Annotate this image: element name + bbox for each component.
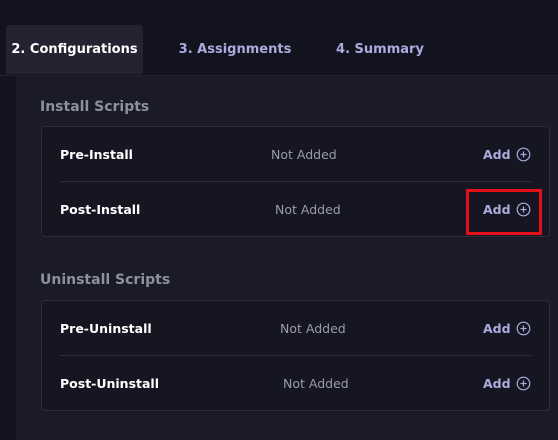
plus-circle-icon — [516, 147, 531, 162]
tab-summary[interactable]: 4. Summary — [320, 25, 440, 74]
script-status: Not Added — [280, 321, 346, 336]
script-status: Not Added — [283, 376, 349, 391]
tab-assignments[interactable]: 3. Assignments — [160, 25, 310, 74]
tab-configurations[interactable]: 2. Configurations — [6, 25, 143, 74]
script-row-label: Pre-Uninstall — [60, 321, 152, 336]
script-status: Not Added — [271, 147, 337, 162]
add-button-label: Add — [483, 375, 511, 391]
app-root: 2. Configurations 3. Assignments 4. Summ… — [0, 0, 558, 440]
uninstall-scripts-card: Pre-Uninstall Not Added Add Post-Uninsta… — [41, 300, 550, 411]
script-status: Not Added — [275, 202, 341, 217]
install-scripts-heading: Install Scripts — [40, 99, 150, 115]
add-post-uninstall-button[interactable]: Add — [483, 373, 531, 393]
script-row-post-uninstall: Post-Uninstall Not Added Add — [42, 356, 549, 411]
highlight-box — [466, 189, 542, 235]
add-pre-uninstall-button[interactable]: Add — [483, 318, 531, 338]
script-row-label: Pre-Install — [60, 147, 133, 162]
add-button-label: Add — [483, 146, 511, 162]
plus-circle-icon — [516, 376, 531, 391]
wizard-tabs: 2. Configurations 3. Assignments 4. Summ… — [0, 0, 558, 76]
script-row-label: Post-Install — [60, 202, 141, 217]
add-pre-install-button[interactable]: Add — [483, 144, 531, 164]
add-button-label: Add — [483, 320, 511, 336]
script-row-pre-uninstall: Pre-Uninstall Not Added Add — [42, 301, 549, 356]
plus-circle-icon — [516, 321, 531, 336]
script-row-label: Post-Uninstall — [60, 376, 160, 391]
configuration-panel: Install Scripts Pre-Install Not Added Ad… — [16, 76, 558, 440]
script-row-pre-install: Pre-Install Not Added Add — [42, 127, 549, 182]
uninstall-scripts-heading: Uninstall Scripts — [40, 272, 171, 288]
